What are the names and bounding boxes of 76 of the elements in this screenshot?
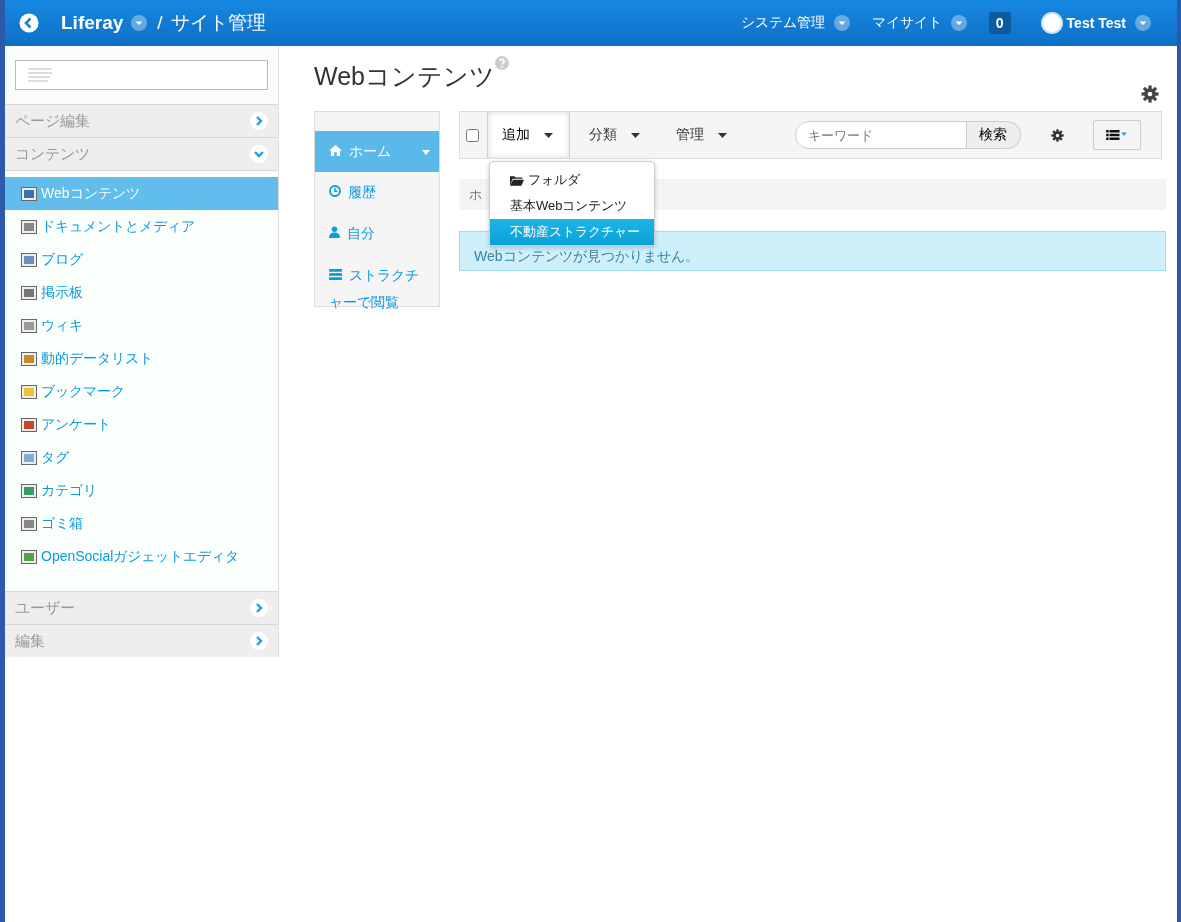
sidebar-item[interactable]: 動的データリスト: [5, 342, 278, 375]
app-icon: [21, 251, 37, 268]
app-icon: [21, 350, 37, 367]
list-icon: [329, 269, 342, 280]
sidebar-item[interactable]: ブログ: [5, 243, 278, 276]
site-name[interactable]: Liferay: [61, 12, 124, 34]
notification-count[interactable]: 0: [988, 12, 1011, 34]
search-button[interactable]: 検索: [967, 121, 1021, 149]
separator: /: [157, 12, 163, 34]
clock-icon: [329, 185, 341, 197]
app-icon: [21, 515, 37, 532]
search-field[interactable]: キーワード: [795, 121, 967, 149]
sidebar-item[interactable]: タグ: [5, 441, 278, 474]
sidebar-item[interactable]: OpenSocialガジェットエディタ: [5, 540, 278, 573]
caret-icon: [950, 15, 967, 31]
section-title: 編集: [15, 631, 45, 651]
app-icon: [21, 185, 37, 202]
section-header[interactable]: ページ編集: [5, 104, 278, 137]
list-icon: [1106, 130, 1128, 140]
section-title: コンテンツ: [15, 144, 90, 164]
menu-item[interactable]: 不動産ストラクチャー: [490, 219, 654, 245]
section-title: ユーザー: [15, 598, 75, 618]
search-field[interactable]: [15, 60, 268, 90]
settings-icon[interactable]: [1051, 128, 1064, 142]
section-header[interactable]: コンテンツ: [5, 137, 278, 170]
sidebar-item[interactable]: カテゴリ: [5, 474, 278, 507]
caret-icon: [718, 132, 727, 138]
nav-item[interactable]: 自分: [315, 213, 439, 254]
folder-icon: [510, 174, 524, 186]
sidebar-item[interactable]: ドキュメントとメディア: [5, 210, 278, 243]
nav-item[interactable]: 履歴: [315, 172, 439, 213]
toolbar-menu[interactable]: 管理: [661, 112, 744, 158]
sidebar-item[interactable]: ブックマーク: [5, 375, 278, 408]
caret-icon: [631, 132, 640, 138]
caret-icon: [544, 132, 553, 138]
breadcrumb-item[interactable]: ホ: [469, 185, 482, 204]
header-menu[interactable]: マイサイト: [871, 14, 967, 32]
header-menu[interactable]: システム管理: [740, 14, 850, 32]
app-icon: [21, 317, 37, 334]
page-title: Webコンテンツ: [314, 61, 495, 92]
caret-icon: [833, 15, 850, 31]
user-menu[interactable]: Test Test: [1066, 15, 1151, 31]
avatar-icon[interactable]: [1040, 12, 1063, 34]
section-header[interactable]: ユーザー: [5, 591, 278, 624]
app-icon: [21, 284, 37, 301]
toolbar-menu[interactable]: 追加: [487, 112, 570, 158]
select-all-checkbox[interactable]: [466, 128, 479, 142]
app-icon: [21, 548, 37, 565]
nav-item[interactable]: ストラクチャーで閲覧: [315, 254, 437, 324]
caret-icon: [422, 150, 430, 155]
app-icon: [21, 482, 37, 499]
home-icon: [329, 145, 342, 156]
lines-icon: [26, 67, 54, 83]
menu-item[interactable]: 基本Webコンテンツ: [490, 193, 654, 219]
menu-item[interactable]: フォルダ: [490, 167, 654, 193]
app-icon: [21, 218, 37, 235]
app-icon: [21, 449, 37, 466]
view-menu-button[interactable]: [1093, 120, 1141, 150]
sidebar-item[interactable]: Webコンテンツ: [5, 177, 278, 210]
sidebar-item[interactable]: 掲示板: [5, 276, 278, 309]
alert-text: Webコンテンツが見つかりません。: [474, 248, 699, 266]
back-icon[interactable]: [19, 13, 39, 33]
caret-icon[interactable]: [131, 15, 148, 31]
toolbar-menu[interactable]: 分類: [574, 112, 657, 158]
site-admin-title: サイト管理: [170, 11, 266, 35]
sidebar-item[interactable]: ゴミ箱: [5, 507, 278, 540]
section-header[interactable]: 編集: [5, 624, 278, 657]
nav-item[interactable]: ホーム: [315, 131, 439, 172]
app-icon: [21, 416, 37, 433]
sidebar-item[interactable]: ウィキ: [5, 309, 278, 342]
user-icon: [329, 226, 340, 238]
sidebar-item[interactable]: アンケート: [5, 408, 278, 441]
settings-icon[interactable]: [1141, 85, 1159, 103]
section-title: ページ編集: [15, 111, 90, 131]
app-icon: [21, 383, 37, 400]
caret-icon: [1135, 15, 1151, 31]
